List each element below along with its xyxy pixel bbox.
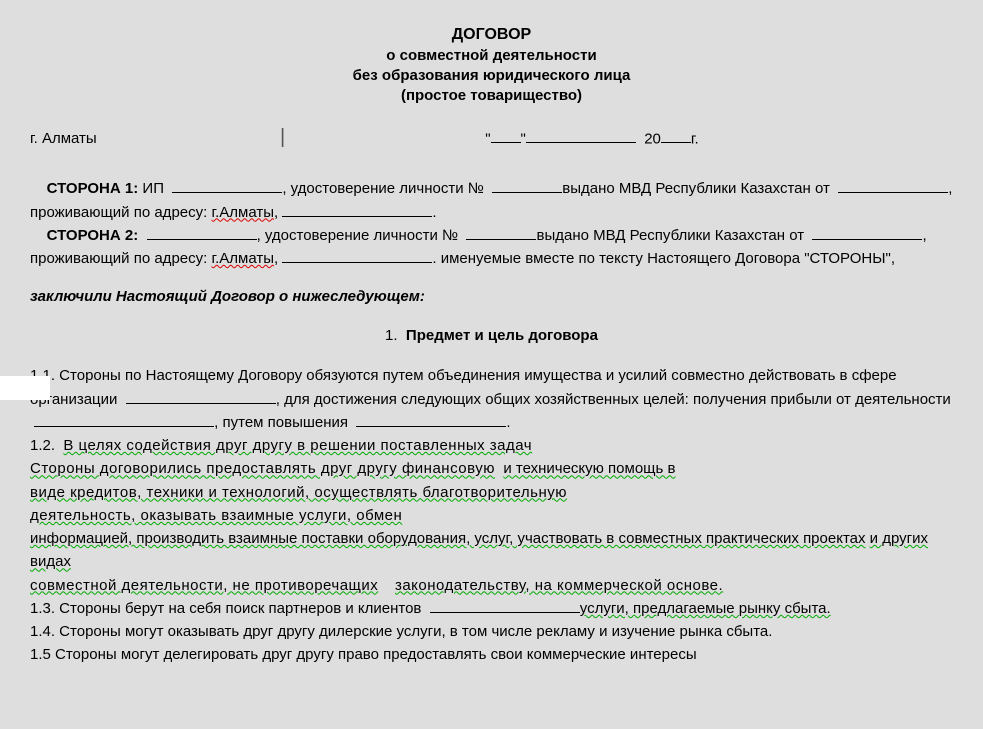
id-text-1: , удостоверение личности №	[282, 180, 484, 197]
id-text-2: , удостоверение личности №	[257, 227, 459, 244]
vertical-separator-icon: |	[280, 126, 285, 149]
blank-side2-id	[466, 225, 536, 240]
clause-1-2-line2a: Стороны договорились предоставлять друг …	[30, 460, 495, 477]
section-1-body: 1.1. Стороны по Настоящему Договору обяз…	[30, 364, 953, 666]
blank-side1-address	[282, 202, 432, 217]
blank-day	[491, 129, 521, 144]
city-date-row: г. Алматы | "" 20г.	[30, 126, 953, 149]
blank-side2-address	[282, 249, 432, 264]
blank-side1-issued-date	[838, 179, 948, 194]
clause-1-2-line2b: и техническую помощь в	[503, 460, 675, 477]
city-almaty-1: г.Алматы	[211, 204, 274, 221]
document-page: ДОГОВОР о совместной деятельности без об…	[0, 0, 983, 729]
document-title-block: ДОГОВОР о совместной деятельности без об…	[30, 24, 953, 106]
issued-text-1: выдано МВД Республики Казахстан от	[562, 180, 830, 197]
clause-1-1-c: , путем повышения	[214, 414, 348, 431]
intro-line: заключили Настоящий Договор о нижеследую…	[30, 288, 953, 305]
section-1-heading: Предмет и цель договора	[406, 327, 598, 344]
title-line-1: ДОГОВОР	[30, 24, 953, 46]
white-corner-artifact	[0, 376, 50, 400]
clause-1-3-a: 1.3. Стороны берут на себя поиск партнер…	[30, 600, 421, 617]
city-almaty-2: г.Алматы	[211, 250, 274, 267]
blank-activity-name	[34, 412, 214, 427]
clause-1-2-line6b: законодательству, на коммерческой основе…	[395, 577, 723, 594]
parties-block: СТОРОНА 1: ИП , удостоверение личности №…	[30, 177, 953, 270]
clause-1-3-b: услуги, предлагаемые рынку сбыта.	[580, 600, 831, 617]
side1-ip: ИП	[142, 180, 164, 197]
side2-label: СТОРОНА 2:	[47, 227, 139, 244]
clause-1-1-b: , для достижения следующих общих хозяйст…	[276, 391, 951, 408]
side1-label: СТОРОНА 1:	[47, 180, 139, 197]
clause-1-5: 1.5 Стороны могут делегировать друг друг…	[30, 646, 697, 663]
date-field: "" 20г.	[485, 129, 699, 148]
blank-side1-id	[492, 179, 562, 194]
blank-activity-sphere	[126, 389, 276, 404]
named-together: именуемые вместе по тексту Настоящего До…	[441, 250, 895, 267]
clause-1-2-line4: деятельность, оказывать взаимные услуги,…	[30, 507, 402, 524]
section-1-title: 1. Предмет и цель договора	[30, 327, 953, 344]
blank-partners	[430, 598, 580, 613]
blank-increase	[356, 412, 506, 427]
clause-1-2-num: 1.2.	[30, 437, 55, 454]
issued-text-2: выдано МВД Республики Казахстан от	[536, 227, 804, 244]
blank-side2-issued-date	[812, 225, 922, 240]
clause-1-2-line5: информацией, производить взаимные постав…	[30, 530, 866, 547]
clause-1-4: 1.4. Стороны могут оказывать друг другу …	[30, 623, 772, 640]
clause-1-2-line3: виде кредитов, техники и технологий, осу…	[30, 484, 567, 501]
blank-side2-name	[147, 225, 257, 240]
clause-1-2-line1: В целях содействия друг другу в решении …	[63, 437, 532, 454]
clause-1-2-line6a: совместной деятельности, не противоречащ…	[30, 577, 378, 594]
blank-month	[526, 129, 636, 144]
title-line-3: без образования юридического лица	[30, 66, 953, 86]
title-line-2: о совместной деятельности	[30, 46, 953, 66]
blank-side1-name	[172, 179, 282, 194]
blank-year	[661, 129, 691, 144]
title-line-4: (простое товарищество)	[30, 86, 953, 106]
city-label: г. Алматы	[30, 130, 280, 147]
section-1-num: 1.	[385, 327, 398, 344]
